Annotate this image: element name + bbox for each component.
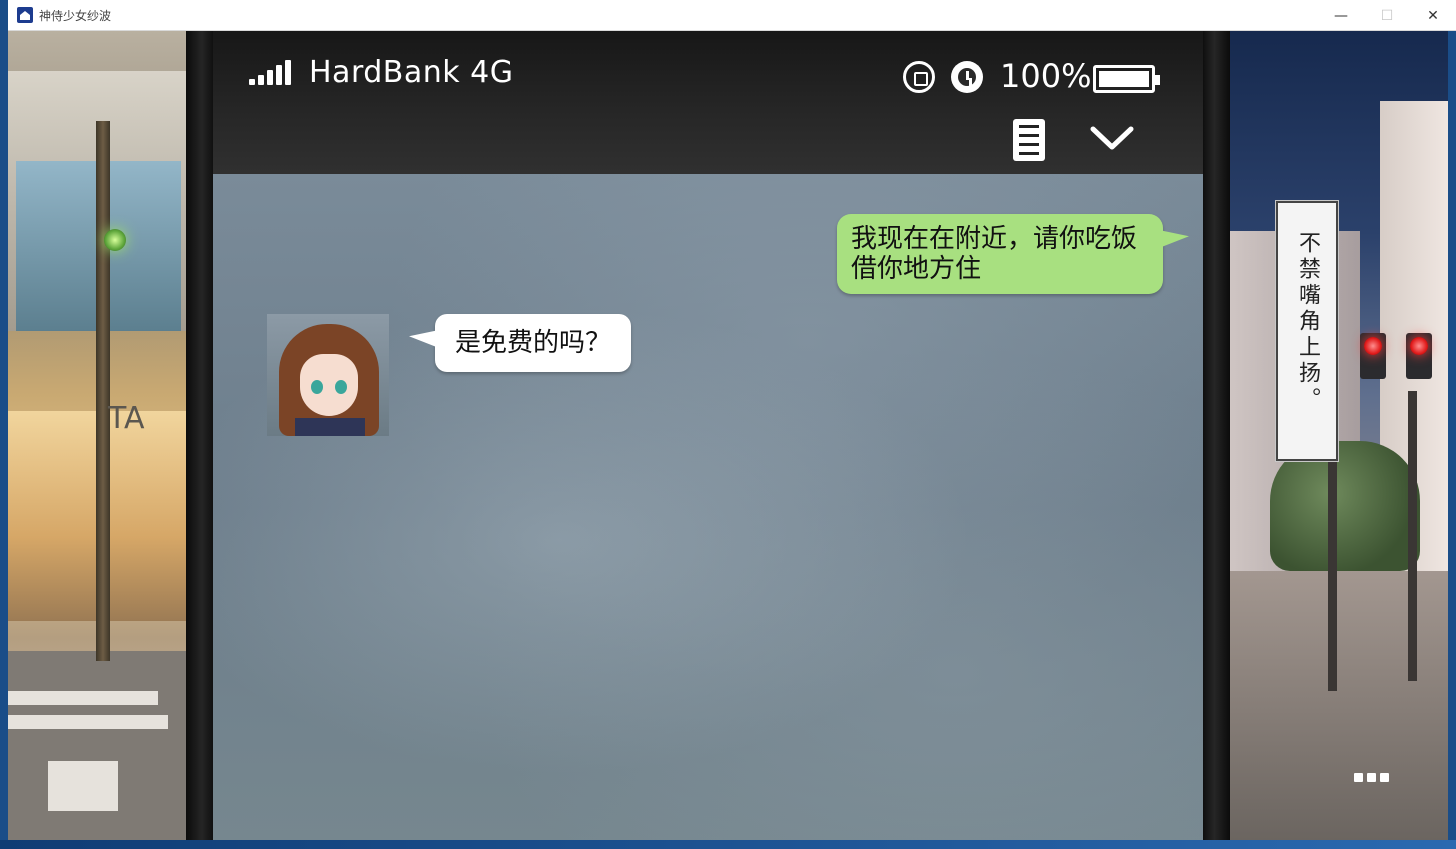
background-street-right: [1230, 31, 1448, 840]
window-border-left: [0, 0, 8, 849]
app-home-icon: [17, 7, 33, 23]
red-pedestrian-light-icon: [1360, 333, 1386, 379]
minimize-button[interactable]: —: [1318, 0, 1364, 31]
message-bubble-received[interactable]: 是免费的吗？: [435, 314, 632, 372]
window-title: 神侍少女纱波: [39, 8, 112, 23]
window-border-right: [1448, 31, 1456, 849]
message-log-icon[interactable]: [1013, 119, 1045, 161]
rotation-lock-icon: [903, 61, 935, 93]
window-controls: — ☐ ✕: [1318, 0, 1456, 31]
shop-sign-text: TA: [108, 401, 145, 436]
narration-text: 不禁嘴角上扬。: [1295, 231, 1320, 413]
red-pedestrian-light-icon: [1406, 333, 1432, 379]
narration-caption-box[interactable]: 不禁嘴角上扬。: [1276, 201, 1338, 461]
chevron-down-icon[interactable]: [1089, 125, 1135, 153]
chat-area[interactable]: 我现在在附近，请你吃饭 借你地方住 是免费的吗？: [213, 174, 1203, 840]
title-bar[interactable]: 神侍少女纱波 — ☐ ✕: [8, 0, 1456, 31]
battery-percent: 100%: [1000, 57, 1092, 95]
phone-status-bar: HardBank 4G 100%: [213, 31, 1203, 174]
taskbar-edge: [0, 840, 1456, 849]
traffic-pole: [96, 121, 110, 661]
signal-pole: [1408, 391, 1417, 681]
signal-strength-icon: [249, 59, 291, 85]
crosswalk-stripe: [8, 691, 158, 705]
crosswalk-stripe: [48, 761, 118, 811]
close-button[interactable]: ✕: [1410, 0, 1456, 31]
girl-avatar: [267, 314, 389, 436]
message-text: 我现在在附近，请你吃饭: [851, 224, 1138, 254]
message-text: 借你地方住: [851, 254, 982, 284]
green-traffic-light-icon: [104, 229, 126, 251]
maximize-button[interactable]: ☐: [1364, 0, 1410, 31]
game-scene[interactable]: TA HardBank 4G 100% 我现在在附近，请你吃饭 借你地方住 是免…: [8, 31, 1448, 840]
battery-fill: [1099, 71, 1149, 87]
alarm-clock-icon: [951, 61, 983, 93]
background-street-left: TA: [8, 31, 208, 840]
background-road: [8, 651, 188, 840]
game-window: 神侍少女纱波 — ☐ ✕ TA HardBank 4G 100% 我现在在附近，…: [0, 0, 1456, 849]
carrier-label: HardBank 4G: [309, 55, 514, 90]
message-bubble-sent[interactable]: 我现在在附近，请你吃饭 借你地方住: [837, 214, 1163, 294]
message-text: 是免费的吗？: [455, 328, 612, 358]
more-dots-icon[interactable]: [1354, 773, 1389, 782]
battery-icon: [1093, 65, 1160, 93]
crosswalk-stripe: [8, 715, 168, 729]
